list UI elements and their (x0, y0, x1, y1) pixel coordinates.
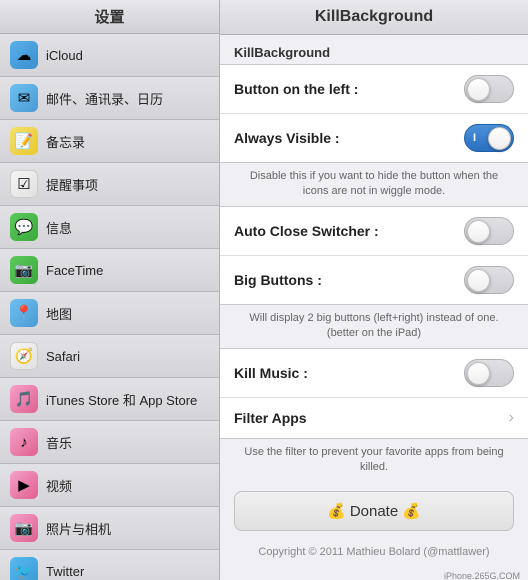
big-buttons-toggle[interactable] (464, 266, 514, 294)
auto-close-row: Auto Close Switcher : (220, 207, 528, 256)
itunes-icon: 🎵 (10, 385, 38, 413)
itunes-label: iTunes Store 和 App Store (46, 390, 197, 409)
sidebar-item-video[interactable]: ▶ 视频 (0, 464, 219, 507)
button-on-left-label: Button on the left : (234, 81, 358, 97)
safari-icon: 🧭 (10, 342, 38, 370)
photos-icon: 📷 (10, 514, 38, 542)
messages-icon: 💬 (10, 213, 38, 241)
donate-button[interactable]: 💰 Donate 💰 (234, 491, 514, 531)
icloud-icon: ☁ (10, 41, 38, 69)
sidebar-item-mail[interactable]: ✉ 邮件、通讯录、日历 (0, 77, 219, 120)
reminders-label: 提醒事项 (46, 175, 98, 194)
sidebar-header: 设置 (0, 0, 219, 34)
auto-close-toggle[interactable] (464, 217, 514, 245)
main-header: KillBackground (220, 0, 528, 35)
settings-group-3: Kill Music : Filter Apps › (220, 348, 528, 439)
hint-text-2: Will display 2 big buttons (left+right) … (220, 305, 528, 348)
sidebar-item-facetime[interactable]: 📷 FaceTime (0, 249, 219, 292)
safari-label: Safari (46, 349, 80, 364)
sidebar-item-maps[interactable]: 📍 地图 (0, 292, 219, 335)
watermark-url: iPhone.265G.COM (228, 571, 520, 580)
music-icon: ♪ (10, 428, 38, 456)
always-visible-toggle[interactable]: I (464, 124, 514, 152)
filter-apps-row[interactable]: Filter Apps › (220, 398, 528, 438)
sidebar-item-twitter[interactable]: 🐦 Twitter (0, 550, 219, 580)
photos-label: 照片与相机 (46, 519, 111, 538)
sidebar-item-messages[interactable]: 💬 信息 (0, 206, 219, 249)
maps-label: 地图 (46, 304, 72, 323)
settings-group-1: Button on the left : Always Visible : I (220, 64, 528, 163)
toggle-knob (488, 127, 511, 150)
toggle-knob (467, 220, 490, 243)
sidebar-item-icloud[interactable]: ☁ iCloud (0, 34, 219, 77)
sidebar-item-safari[interactable]: 🧭 Safari (0, 335, 219, 378)
main-content: KillBackground KillBackground Button on … (220, 0, 528, 580)
button-on-left-toggle[interactable] (464, 75, 514, 103)
section-title: KillBackground (220, 35, 528, 64)
hint-text-1: Disable this if you want to hide the but… (220, 163, 528, 206)
video-icon: ▶ (10, 471, 38, 499)
facetime-icon: 📷 (10, 256, 38, 284)
button-on-left-row: Button on the left : (220, 65, 528, 114)
messages-label: 信息 (46, 218, 72, 237)
twitter-label: Twitter (46, 564, 84, 579)
filter-apps-label: Filter Apps (234, 410, 307, 426)
copyright-text: Copyright © 2011 Mathieu Bolard (@mattla… (220, 541, 528, 566)
always-visible-row: Always Visible : I (220, 114, 528, 162)
sidebar-item-itunes[interactable]: 🎵 iTunes Store 和 App Store (0, 378, 219, 421)
reminders-icon: ☑ (10, 170, 38, 198)
big-buttons-label: Big Buttons : (234, 272, 322, 288)
toggle-on-label: I (473, 132, 476, 144)
kill-music-row: Kill Music : (220, 349, 528, 398)
toggle-knob (467, 362, 490, 385)
watermark: iPhone.265G.COM G iPhone频道 (220, 567, 528, 580)
icloud-label: iCloud (46, 48, 83, 63)
sidebar-item-photos[interactable]: 📷 照片与相机 (0, 507, 219, 550)
always-visible-label: Always Visible : (234, 130, 340, 146)
toggle-knob (467, 269, 490, 292)
big-buttons-row: Big Buttons : (220, 256, 528, 304)
chevron-icon: › (509, 409, 514, 427)
notes-label: 备忘录 (46, 132, 85, 151)
toggle-knob (467, 78, 490, 101)
video-label: 视频 (46, 476, 72, 495)
notes-icon: 📝 (10, 127, 38, 155)
mail-label: 邮件、通讯录、日历 (46, 89, 163, 108)
mail-icon: ✉ (10, 84, 38, 112)
music-label: 音乐 (46, 433, 72, 452)
maps-icon: 📍 (10, 299, 38, 327)
auto-close-label: Auto Close Switcher : (234, 223, 379, 239)
kill-music-toggle[interactable] (464, 359, 514, 387)
sidebar-item-reminders[interactable]: ☑ 提醒事项 (0, 163, 219, 206)
twitter-icon: 🐦 (10, 557, 38, 580)
facetime-label: FaceTime (46, 263, 103, 278)
sidebar: 设置 ☁ iCloud ✉ 邮件、通讯录、日历 📝 备忘录 ☑ 提醒事项 💬 信… (0, 0, 220, 580)
sidebar-item-notes[interactable]: 📝 备忘录 (0, 120, 219, 163)
sidebar-item-music[interactable]: ♪ 音乐 (0, 421, 219, 464)
settings-group-2: Auto Close Switcher : Big Buttons : (220, 206, 528, 305)
kill-music-label: Kill Music : (234, 365, 308, 381)
hint-text-3: Use the filter to prevent your favorite … (220, 439, 528, 482)
